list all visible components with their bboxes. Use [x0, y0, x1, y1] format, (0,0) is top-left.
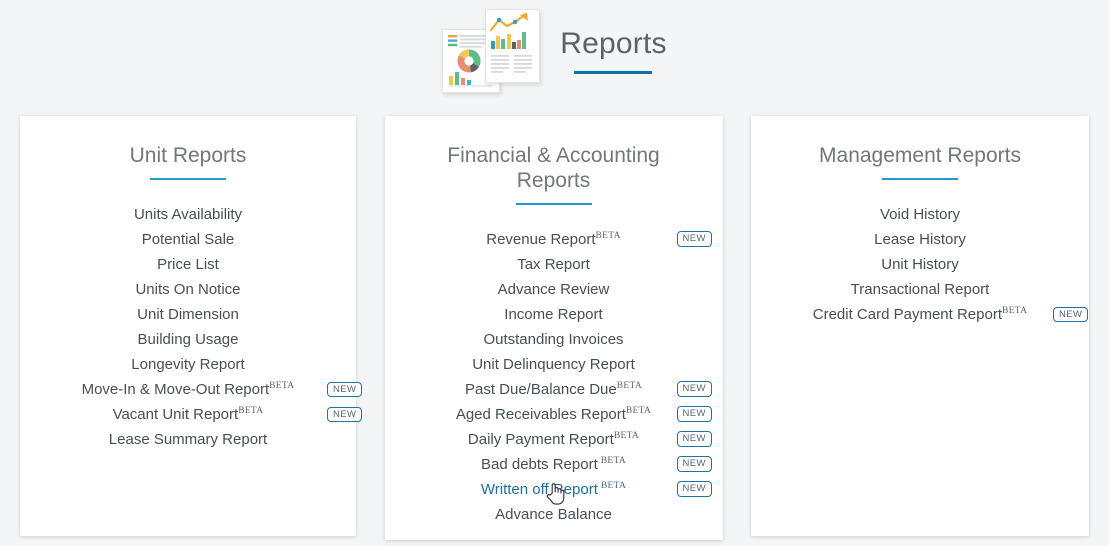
- beta-tag: BETA: [600, 480, 627, 491]
- list-item[interactable]: Written off Report BETA NEW: [399, 477, 712, 502]
- report-link-vacant-unit-report[interactable]: Vacant Unit ReportBETA: [113, 406, 264, 423]
- report-link-advance-review[interactable]: Advance Review: [498, 281, 610, 298]
- beta-tag: BETA: [600, 455, 626, 466]
- report-link-unit-delinquency-report[interactable]: Unit Delinquency Report: [472, 356, 635, 373]
- card-title-underline: [515, 202, 592, 205]
- report-link-credit-card-payment-report[interactable]: Credit Card Payment ReportBETA: [813, 306, 1028, 323]
- list-item[interactable]: Vacant Unit ReportBETA NEW: [34, 402, 363, 427]
- list-item[interactable]: Units On Notice: [34, 277, 342, 302]
- list-item[interactable]: Outstanding Invoices: [399, 327, 709, 352]
- list-item[interactable]: Lease Summary Report: [34, 427, 342, 452]
- report-link-units-availability[interactable]: Units Availability: [134, 206, 242, 223]
- report-link-lease-history[interactable]: Lease History: [874, 231, 966, 248]
- card-unit-reports: Unit Reports Units Availability Potentia…: [20, 116, 363, 536]
- report-link-lease-summary-report[interactable]: Lease Summary Report: [109, 431, 267, 448]
- card-title-unit-reports: Unit Reports: [129, 144, 247, 167]
- card-title-management-reports: Management Reports: [819, 144, 1021, 167]
- report-link-tax-report[interactable]: Tax Report: [517, 256, 590, 273]
- card-financial-accounting-reports: Financial & Accounting Reports Revenue R…: [384, 116, 723, 540]
- list-item[interactable]: Units Availability: [34, 202, 342, 227]
- status-badge-new[interactable]: NEW: [327, 381, 363, 398]
- list-item[interactable]: Potential Sale: [34, 227, 342, 252]
- card-title-underline: [150, 177, 226, 180]
- page-title-underline: [574, 70, 653, 74]
- status-badge-new[interactable]: NEW: [676, 456, 712, 472]
- report-link-aged-receivables-report[interactable]: Aged Receivables ReportBETA: [456, 406, 651, 423]
- beta-tag: BETA: [613, 430, 640, 441]
- report-link-unit-history[interactable]: Unit History: [881, 256, 959, 273]
- list-item[interactable]: Lease History: [765, 227, 1075, 252]
- list-item[interactable]: Revenue ReportBETA NEW: [399, 227, 712, 252]
- report-link-price-list[interactable]: Price List: [157, 256, 219, 273]
- beta-tag: BETA: [1002, 305, 1028, 316]
- list-item[interactable]: Advance Balance: [399, 502, 709, 527]
- list-item[interactable]: Bad debts Report BETA NEW: [399, 452, 712, 477]
- report-link-written-off-report[interactable]: Written off Report BETA: [481, 481, 626, 498]
- beta-tag: BETA: [625, 405, 652, 416]
- report-link-advance-balance[interactable]: Advance Balance: [495, 506, 612, 523]
- beta-tag: BETA: [616, 380, 642, 391]
- report-link-outstanding-invoices[interactable]: Outstanding Invoices: [483, 331, 623, 348]
- beta-tag: BETA: [238, 405, 264, 416]
- page-header: Reports: [0, 0, 1109, 100]
- page-title-wrap: Reports: [560, 26, 667, 74]
- reports-documents-icon: [442, 9, 541, 93]
- report-list-financial-accounting-reports: Revenue ReportBETA NEW Tax Report Advanc…: [399, 227, 712, 527]
- report-category-cards: Unit Reports Units Availability Potentia…: [0, 116, 1109, 540]
- status-badge-new[interactable]: NEW: [676, 431, 712, 447]
- beta-tag: BETA: [269, 380, 295, 391]
- card-management-reports: Management Reports Void History Lease Hi…: [751, 116, 1089, 536]
- card-title-underline: [882, 177, 958, 180]
- list-item[interactable]: Transactional Report: [765, 277, 1075, 302]
- status-badge-new[interactable]: NEW: [676, 381, 712, 397]
- status-badge-new[interactable]: NEW: [676, 406, 712, 422]
- report-link-move-in-move-out-report[interactable]: Move-In & Move-Out ReportBETA: [82, 381, 295, 398]
- list-item[interactable]: Unit Delinquency Report: [399, 352, 709, 377]
- report-link-longevity-report[interactable]: Longevity Report: [131, 356, 244, 373]
- list-item[interactable]: Unit Dimension: [34, 302, 342, 327]
- list-item[interactable]: Advance Review: [399, 277, 709, 302]
- report-list-unit-reports: Units Availability Potential Sale Price …: [34, 202, 363, 452]
- page-title: Reports: [560, 26, 667, 60]
- report-list-management-reports: Void History Lease History Unit History …: [765, 202, 1089, 327]
- status-badge-new[interactable]: NEW: [327, 406, 363, 423]
- list-item[interactable]: Credit Card Payment ReportBETA NEW: [765, 302, 1089, 327]
- list-item[interactable]: Tax Report: [399, 252, 709, 277]
- card-title-financial-accounting-reports: Financial & Accounting Reports: [447, 144, 660, 192]
- status-badge-new[interactable]: NEW: [676, 231, 712, 247]
- status-badge-new[interactable]: NEW: [1053, 306, 1089, 323]
- list-item[interactable]: Aged Receivables ReportBETA NEW: [399, 402, 712, 427]
- header-inner: Reports: [442, 9, 667, 93]
- report-link-daily-payment-report[interactable]: Daily Payment ReportBETA: [468, 431, 639, 448]
- list-item[interactable]: Void History: [765, 202, 1075, 227]
- report-link-unit-dimension[interactable]: Unit Dimension: [137, 306, 239, 323]
- beta-tag: BETA: [595, 230, 621, 241]
- list-item[interactable]: Longevity Report: [34, 352, 342, 377]
- report-link-bad-debts-report[interactable]: Bad debts Report BETA: [481, 456, 626, 473]
- report-link-income-report[interactable]: Income Report: [504, 306, 602, 323]
- list-item[interactable]: Price List: [34, 252, 342, 277]
- report-link-units-on-notice[interactable]: Units On Notice: [135, 281, 240, 298]
- report-link-potential-sale[interactable]: Potential Sale: [142, 231, 235, 248]
- report-link-building-usage[interactable]: Building Usage: [138, 331, 239, 348]
- report-document-front-icon: [485, 9, 541, 83]
- report-link-void-history[interactable]: Void History: [880, 206, 960, 223]
- list-item[interactable]: Past Due/Balance DueBETA NEW: [399, 377, 712, 402]
- list-item[interactable]: Daily Payment ReportBETA NEW: [399, 427, 712, 452]
- report-link-transactional-report[interactable]: Transactional Report: [851, 281, 990, 298]
- status-badge-new[interactable]: NEW: [676, 481, 712, 497]
- list-item[interactable]: Move-In & Move-Out ReportBETA NEW: [34, 377, 363, 402]
- report-link-past-due-balance-due[interactable]: Past Due/Balance DueBETA: [465, 381, 642, 398]
- list-item[interactable]: Income Report: [399, 302, 709, 327]
- list-item[interactable]: Building Usage: [34, 327, 342, 352]
- report-link-revenue-report[interactable]: Revenue ReportBETA: [486, 231, 620, 248]
- list-item[interactable]: Unit History: [765, 252, 1075, 277]
